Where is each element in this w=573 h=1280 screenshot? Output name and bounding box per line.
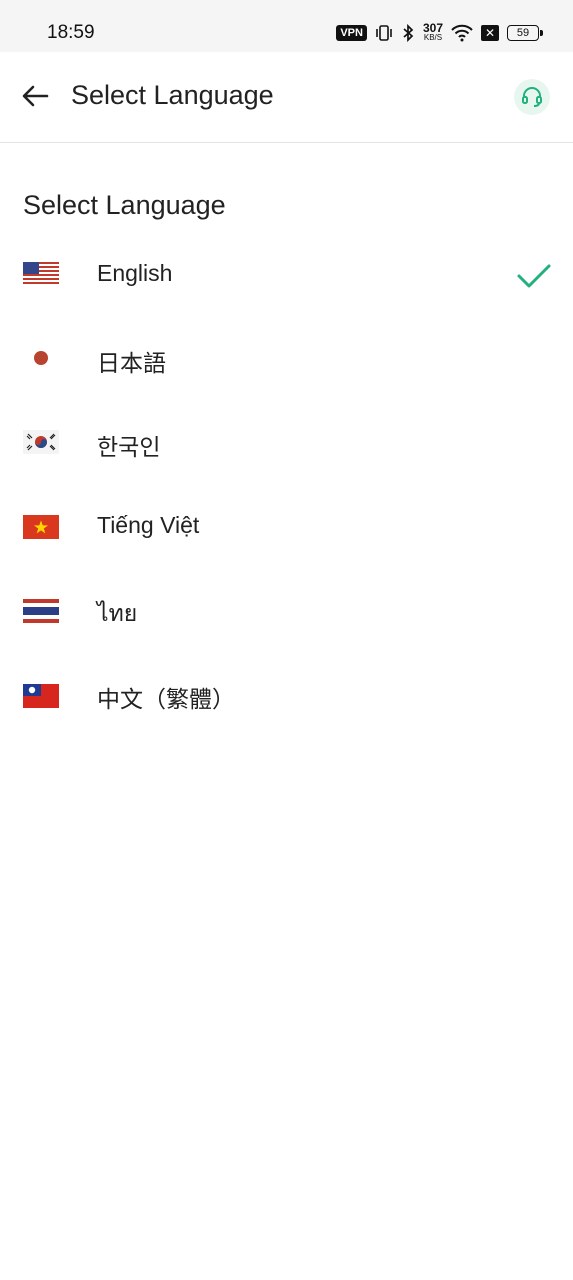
language-label: 日本語 xyxy=(97,350,166,376)
status-bar: 18:59 VPN 307 KB/S ✕ 59 xyxy=(0,0,573,52)
section-title: Select Language xyxy=(23,190,226,220)
vietnam-flag-icon xyxy=(23,515,59,539)
app-bar: Select Language xyxy=(0,52,573,143)
language-option-korean[interactable]: 한국인 xyxy=(0,399,573,483)
language-label: 한국인 xyxy=(97,434,161,460)
language-option-japanese[interactable]: 日本語 xyxy=(0,315,573,399)
korea-flag-icon xyxy=(23,430,59,454)
check-icon xyxy=(517,264,551,288)
wifi-icon xyxy=(451,24,473,42)
language-option-thai[interactable]: ไทย xyxy=(0,567,573,651)
language-option-vietnamese[interactable]: Tiếng Việt xyxy=(0,483,573,567)
language-option-english[interactable]: English xyxy=(0,231,573,315)
vpn-badge: VPN xyxy=(336,25,367,41)
language-label: 中文（繁體） xyxy=(97,686,235,712)
page-title: Select Language xyxy=(71,80,274,110)
bluetooth-icon xyxy=(403,24,414,42)
thailand-flag-icon xyxy=(23,599,59,623)
status-icons: VPN 307 KB/S ✕ 59 xyxy=(336,21,543,45)
headset-icon xyxy=(522,87,542,107)
vibrate-icon xyxy=(376,25,392,41)
us-flag-icon xyxy=(23,262,59,286)
taiwan-flag-icon xyxy=(23,684,59,708)
japan-flag-icon xyxy=(23,346,59,370)
language-label: Tiếng Việt xyxy=(97,512,200,538)
network-speed: 307 KB/S xyxy=(422,21,443,42)
arrow-left-icon[interactable] xyxy=(20,81,50,111)
status-time: 18:59 xyxy=(47,22,95,43)
language-label: English xyxy=(97,260,173,286)
language-label: ไทย xyxy=(97,600,138,626)
support-button[interactable] xyxy=(514,79,550,115)
language-option-chinese-traditional[interactable]: 中文（繁體） xyxy=(0,651,573,735)
battery-icon: 59 xyxy=(507,25,543,41)
close-box-icon: ✕ xyxy=(481,25,499,41)
